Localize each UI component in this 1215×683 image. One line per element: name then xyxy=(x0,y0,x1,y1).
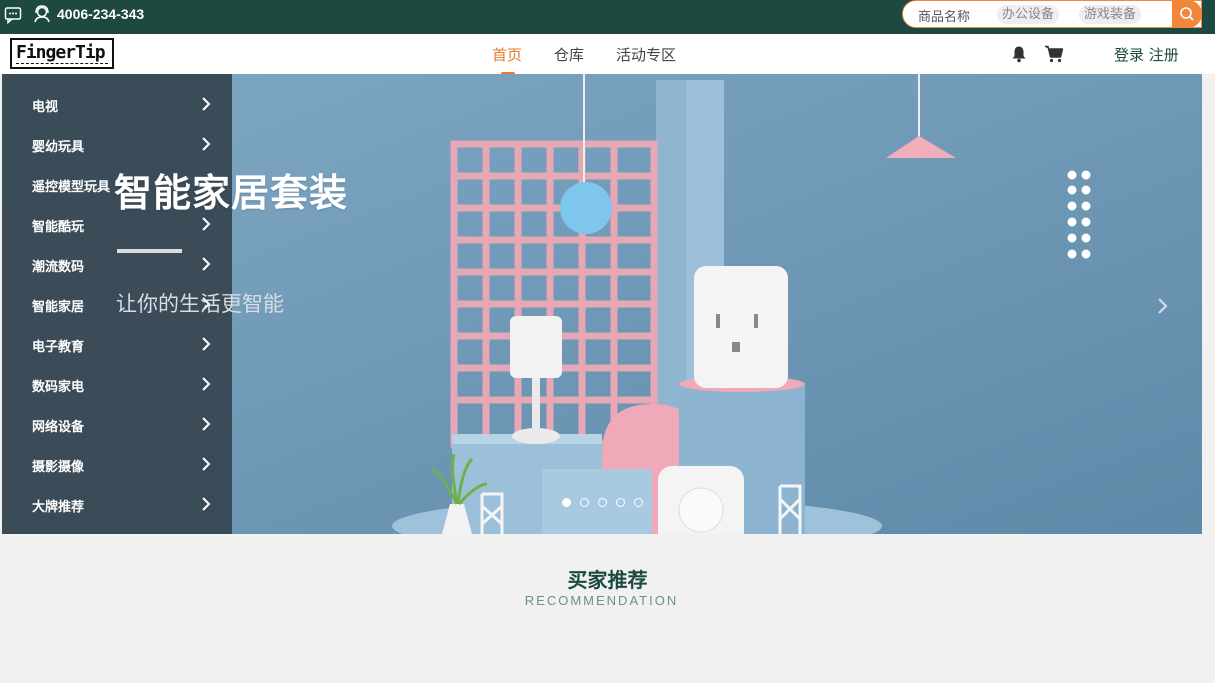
section-subtitle: RECOMMENDATION xyxy=(524,593,679,608)
sidebar-item-appliances[interactable]: 数码家电 xyxy=(2,364,232,404)
customer-service-icon[interactable] xyxy=(32,4,52,24)
sidebar-item-label: 智能家居 xyxy=(32,300,85,315)
sidebar-item-e-education[interactable]: 电子教育 xyxy=(2,324,232,364)
sidebar-item-network[interactable]: 网络设备 xyxy=(2,404,232,444)
chevron-right-icon xyxy=(202,497,211,511)
search-box[interactable]: 商品名称 办公设备 游戏装备 xyxy=(902,0,1202,28)
sidebar-item-label: 摄影摄像 xyxy=(32,460,85,475)
chevron-right-icon xyxy=(202,377,211,391)
nav-link-warehouse[interactable]: 仓库 xyxy=(554,44,584,65)
main-nav: FingerTip 首页 仓库 活动专区 登录 注册 xyxy=(0,34,1215,76)
chevron-right-icon[interactable] xyxy=(1156,297,1170,315)
carousel-dot-4[interactable] xyxy=(616,498,625,507)
chevron-right-icon xyxy=(202,137,211,151)
search-chip-office[interactable]: 办公设备 xyxy=(997,5,1060,24)
chevron-right-icon xyxy=(202,457,211,471)
sidebar-item-label: 数码家电 xyxy=(32,380,85,395)
sidebar-item-label: 大牌推荐 xyxy=(32,500,85,515)
banner-title: 智能家居套装 xyxy=(114,171,349,215)
nav-link-home[interactable]: 首页 xyxy=(492,44,522,65)
login-link[interactable]: 登录 xyxy=(1114,46,1144,64)
sidebar-item-label: 婴幼玩具 xyxy=(32,140,85,155)
chevron-right-icon xyxy=(202,217,211,231)
sidebar-item-baby-toys[interactable]: 婴幼玩具 xyxy=(2,124,232,164)
banner-divider xyxy=(117,249,182,253)
sidebar-item-label: 电视 xyxy=(32,100,59,115)
carousel-dot-1[interactable] xyxy=(562,498,571,507)
sidebar-item-label: 电子教育 xyxy=(32,340,85,355)
top-bar: 4006-234-343 商品名称 办公设备 游戏装备 xyxy=(0,0,1215,34)
chevron-right-icon xyxy=(202,257,211,271)
logo[interactable]: FingerTip xyxy=(10,38,114,69)
carousel-dot-5[interactable] xyxy=(634,498,643,507)
carousel-dot-2[interactable] xyxy=(580,498,589,507)
search-icon xyxy=(1180,7,1194,21)
sidebar-item-photography[interactable]: 摄影摄像 xyxy=(2,444,232,484)
chevron-right-icon xyxy=(202,417,211,431)
sidebar-item-label: 潮流数码 xyxy=(32,260,85,275)
chevron-right-icon xyxy=(202,97,211,111)
sidebar-item-top-brands[interactable]: 大牌推荐 xyxy=(2,484,232,524)
bell-icon[interactable] xyxy=(1011,45,1027,63)
cart-icon[interactable] xyxy=(1044,45,1064,63)
hotline-number: 4006-234-343 xyxy=(57,6,145,22)
chevron-right-icon xyxy=(202,337,211,351)
logo-text: FingerTip xyxy=(16,42,106,63)
auth-links: 登录 注册 xyxy=(1114,44,1179,65)
search-chip-gaming[interactable]: 游戏装备 xyxy=(1079,5,1142,24)
sidebar-item-tv[interactable]: 电视 xyxy=(2,84,232,124)
section-title: 买家推荐 xyxy=(567,568,648,592)
message-icon[interactable] xyxy=(4,6,22,24)
sidebar-item-label: 网络设备 xyxy=(32,420,85,435)
sidebar-item-label: 智能酷玩 xyxy=(32,220,85,235)
banner-subtitle: 让你的生活更智能 xyxy=(116,292,284,316)
search-input[interactable]: 商品名称 xyxy=(918,6,970,25)
carousel-dot-3[interactable] xyxy=(598,498,607,507)
nav-link-events[interactable]: 活动专区 xyxy=(616,44,676,65)
register-link[interactable]: 注册 xyxy=(1149,46,1179,64)
search-button[interactable] xyxy=(1172,0,1202,28)
sidebar-item-label: 遥控模型玩具 xyxy=(32,180,111,195)
